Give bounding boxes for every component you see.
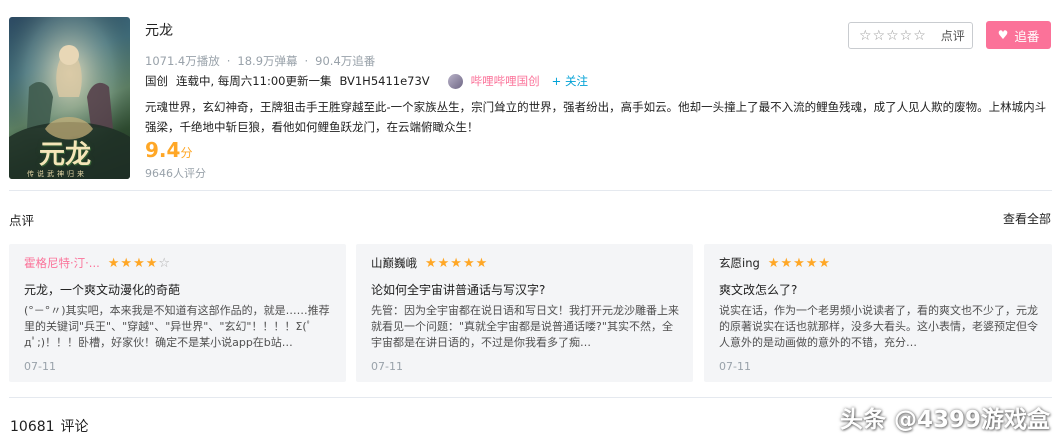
review-stars-icon: ★★★★☆ [108, 256, 171, 271]
divider [9, 190, 1052, 191]
filled-stars: ★★★★ [107, 255, 159, 271]
separator-dot: · [226, 54, 231, 68]
review-body: 先管：因为全宇宙都在说日语和写日文！我打开元龙沙雕番上来就看见一个问题："真就全… [371, 304, 679, 349]
separator-dot: · [304, 54, 309, 68]
review-body: (°－°〃)其实吧，本来我是不知道有这部作品的，就是……推荐里的关键词"兵王"、… [24, 304, 330, 349]
rating-stars-icon[interactable]: ☆☆☆☆☆ [859, 28, 927, 44]
heart-icon: ♥ [997, 28, 1009, 42]
divider [9, 397, 1052, 398]
review-author[interactable]: 山巅巍峨 [371, 255, 417, 271]
review-body: 说实在话，作为一个老男频小说读者了，看的爽文也不少了，元龙的原著说实在话也就那样… [719, 304, 1038, 349]
review-title: 论如何全宇宙讲普通话与写汉字? [371, 283, 546, 297]
anime-meta: 国创 连载中, 每周六11:00更新一集 BV1H5411e73V 哔哩哔哩国创… [145, 73, 596, 89]
update-status: 连载中, 每周六11:00更新一集 [176, 74, 332, 88]
bvid-label: BV1H5411e73V [339, 74, 430, 88]
reviews-section-title: 点评 [9, 213, 35, 228]
review-date: 07-11 [371, 360, 403, 373]
review-stars-icon: ★★★★★ [425, 256, 488, 271]
review-title: 元龙，一个爽文动漫化的奇葩 [24, 283, 181, 297]
anime-header: 元龙 传说武神归来 元龙 1071.4万播放 · 18.9万弹幕 · 90.4万追番 国… [0, 0, 1062, 190]
review-cards: 霍格尼特·汀·... ★★★★☆ 元龙，一个爽文动漫化的奇葩 (°－°〃)其实吧… [9, 244, 1052, 382]
score-count: 9646人评分 [145, 167, 206, 180]
follower-count: 90.4万追番 [315, 54, 376, 68]
follow-anime-button[interactable]: ♥ 追番 [986, 21, 1051, 49]
review-card[interactable]: 玄愿ing ★★★★★ 爽文改怎么了? 说实在话，作为一个老男频小说读者了，看的… [704, 244, 1052, 382]
score-number: 9.4 [145, 138, 181, 162]
review-card[interactable]: 山巅巍峨 ★★★★★ 论如何全宇宙讲普通话与写汉字? 先管：因为全宇宙都在说日语… [356, 244, 693, 382]
filled-stars: ★★★★★ [425, 255, 489, 271]
uploader-follow-link[interactable]: + 关注 [552, 73, 588, 89]
cover-image[interactable]: 元龙 传说武神归来 [9, 17, 130, 179]
score-value: 9.4分 [145, 138, 192, 162]
review-card[interactable]: 霍格尼特·汀·... ★★★★☆ 元龙，一个爽文动漫化的奇葩 (°－°〃)其实吧… [9, 244, 346, 382]
comments-number: 10681 [10, 419, 55, 435]
uploader-avatar[interactable] [447, 73, 463, 89]
uploader-name[interactable]: 哔哩哔哩国创 [471, 73, 540, 89]
review-date: 07-11 [719, 360, 751, 373]
rate-button[interactable]: ☆☆☆☆☆ 点评 [848, 22, 973, 49]
filled-stars: ★★★★★ [767, 255, 832, 271]
danmaku-count: 18.9万弹幕 [237, 54, 298, 68]
score-unit: 分 [180, 146, 193, 160]
review-date: 07-11 [24, 360, 56, 373]
review-card-head: 玄愿ing ★★★★★ [719, 254, 1038, 272]
review-card-head: 山巅巍峨 ★★★★★ [371, 254, 679, 272]
anime-description: 元魂世界，玄幻神奇，王牌狙击手王胜穿越至此-一个家族丛生，宗门耸立的世界，强者纷… [145, 100, 1047, 134]
review-author[interactable]: 玄愿ing [719, 255, 760, 271]
rate-button-label: 点评 [940, 29, 965, 43]
review-title: 爽文改怎么了? [719, 283, 798, 297]
empty-stars: ☆ [158, 255, 172, 271]
cover-logo-text: 元龙 [39, 140, 92, 170]
watermark: 头条 @4399游戏盒 [839, 407, 1050, 433]
review-author[interactable]: 霍格尼特·汀·... [24, 255, 100, 271]
anime-stats: 1071.4万播放 · 18.9万弹幕 · 90.4万追番 [145, 53, 375, 69]
follow-button-label: 追番 [1014, 28, 1040, 44]
play-count: 1071.4万播放 [145, 54, 220, 68]
cover-subtitle: 传说武神归来 [27, 170, 87, 178]
category-label[interactable]: 国创 [145, 73, 168, 89]
see-all-reviews-link[interactable]: 查看全部 [1003, 210, 1051, 227]
comments-label: 评论 [60, 419, 89, 435]
anime-title[interactable]: 元龙 [145, 20, 173, 40]
review-stars-icon: ★★★★★ [768, 256, 831, 271]
review-card-head: 霍格尼特·汀·... ★★★★☆ [24, 254, 332, 272]
comments-count: 10681 评论 [10, 416, 95, 436]
